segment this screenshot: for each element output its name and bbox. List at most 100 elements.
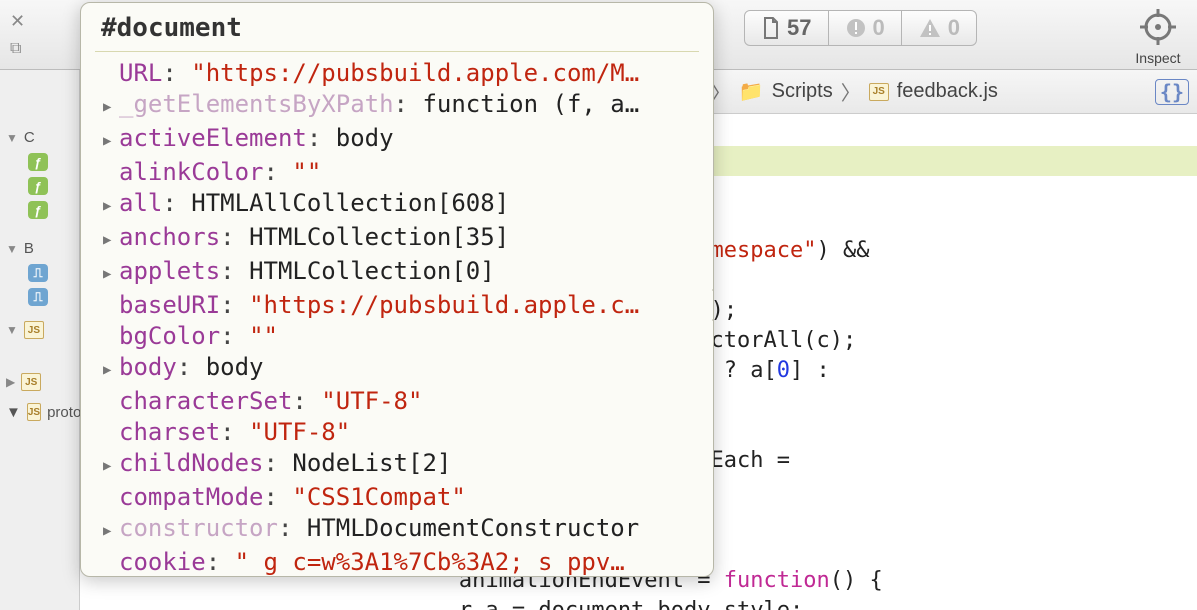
- property-row[interactable]: charset: "UTF-8": [103, 417, 699, 448]
- chevron-down-icon: ▼: [6, 131, 18, 145]
- property-name: URL: [119, 59, 162, 87]
- property-value: function (f, a…: [422, 90, 639, 118]
- property-name: childNodes: [119, 449, 264, 477]
- property-row[interactable]: ▶_getElementsByXPath: function (f, a…: [103, 89, 699, 123]
- property-row[interactable]: alinkColor: "": [103, 157, 699, 188]
- property-name: compatMode: [119, 483, 264, 511]
- property-value: "https://pubsbuild.apple.com/M…: [191, 59, 639, 87]
- property-name: charset: [119, 418, 220, 446]
- callstack-frame[interactable]: ƒ: [0, 198, 79, 222]
- colon: :: [220, 257, 249, 285]
- property-name: anchors: [119, 223, 220, 251]
- property-value: HTMLDocumentConstructor: [307, 514, 639, 542]
- property-row[interactable]: ▶applets: HTMLCollection[0]: [103, 256, 699, 290]
- chevron-right-icon: 〉: [841, 77, 861, 106]
- disclosure-triangle-icon[interactable]: ▶: [103, 191, 119, 222]
- property-name: constructor: [119, 514, 278, 542]
- property-name: cookie: [119, 548, 206, 576]
- property-row[interactable]: baseURI: "https://pubsbuild.apple.c…: [103, 290, 699, 321]
- colon: :: [394, 90, 423, 118]
- disclosure-triangle-icon[interactable]: ▶: [103, 225, 119, 256]
- colon: :: [278, 514, 307, 542]
- callstack-frame[interactable]: ƒ: [0, 174, 79, 198]
- breakpoint-item[interactable]: ⎍: [0, 285, 79, 309]
- sidebar-section-label: C: [24, 129, 35, 146]
- breadcrumb-item[interactable]: Scripts: [772, 80, 833, 103]
- sidebar-file[interactable]: ▼ JS prototype.js: [0, 399, 79, 425]
- property-row[interactable]: cookie: " g c=w%3A1%7Cb%3A2; s ppv…: [103, 547, 699, 577]
- property-name: activeElement: [119, 124, 307, 152]
- property-row[interactable]: ▶activeElement: body: [103, 123, 699, 157]
- disclosure-triangle-icon[interactable]: ▶: [103, 516, 119, 547]
- resource-count-pill[interactable]: 57: [744, 10, 828, 46]
- property-value: HTMLCollection[35]: [249, 223, 509, 251]
- sidebar-section-callstack[interactable]: ▼ C: [0, 125, 79, 150]
- property-row[interactable]: characterSet: "UTF-8": [103, 386, 699, 417]
- js-file-icon: JS: [24, 321, 44, 339]
- sidebar-section-breakpoints[interactable]: ▼ B: [0, 236, 79, 261]
- js-file-icon: JS: [21, 373, 41, 391]
- warning-count: 0: [948, 15, 960, 41]
- sidebar-subsection[interactable]: ▼ JS: [0, 317, 79, 343]
- chevron-down-icon: ▼: [6, 404, 21, 421]
- colon: :: [220, 418, 249, 446]
- property-value: "UTF-8": [249, 418, 350, 446]
- property-row[interactable]: compatMode: "CSS1Compat": [103, 482, 699, 513]
- popover-arrow-icon: [711, 289, 714, 321]
- folder-icon: 📁: [739, 79, 764, 104]
- breadcrumb-item[interactable]: feedback.js: [897, 80, 998, 103]
- chevron-right-icon: ▶: [6, 375, 15, 389]
- colon: :: [206, 548, 235, 576]
- frame-badge-icon: ƒ: [28, 153, 48, 171]
- callstack-frame[interactable]: ƒ: [0, 150, 79, 174]
- property-name: _getElementsByXPath: [119, 90, 394, 118]
- toolbar-left-icons: ✕ ⧉: [10, 11, 25, 58]
- property-row[interactable]: ▶body: body: [103, 352, 699, 386]
- inspect-button[interactable]: Inspect: [1135, 4, 1181, 66]
- breakpoint-badge-icon: ⎍: [28, 264, 48, 282]
- property-row[interactable]: ▶constructor: HTMLDocumentConstructor: [103, 513, 699, 547]
- chevron-down-icon: ▼: [6, 323, 18, 337]
- property-name: baseURI: [119, 291, 220, 319]
- property-row[interactable]: bgColor: "": [103, 321, 699, 352]
- js-file-icon: JS: [27, 403, 41, 421]
- colon: :: [220, 223, 249, 251]
- js-file-icon: JS: [869, 83, 889, 101]
- code-token: () {: [830, 568, 883, 593]
- warning-count-pill[interactable]: 0: [902, 10, 977, 46]
- property-name: characterSet: [119, 387, 292, 415]
- disclosure-triangle-icon[interactable]: ▶: [103, 92, 119, 123]
- resource-count: 57: [787, 15, 811, 41]
- property-row[interactable]: ▶childNodes: NodeList[2]: [103, 448, 699, 482]
- property-name: applets: [119, 257, 220, 285]
- detach-icon[interactable]: ⧉: [10, 40, 25, 58]
- disclosure-triangle-icon[interactable]: ▶: [103, 126, 119, 157]
- colon: :: [264, 483, 293, 511]
- colon: :: [307, 124, 336, 152]
- property-value: body: [336, 124, 394, 152]
- disclosure-triangle-icon[interactable]: ▶: [103, 451, 119, 482]
- disclosure-triangle-icon[interactable]: ▶: [103, 259, 119, 290]
- colon: :: [162, 189, 191, 217]
- inspect-label: Inspect: [1135, 50, 1181, 66]
- colon: :: [177, 353, 206, 381]
- property-value: HTMLCollection[0]: [249, 257, 495, 285]
- sidebar-subsection[interactable]: ▶ JS: [0, 369, 79, 395]
- property-name: all: [119, 189, 162, 217]
- popover-title: #document: [95, 9, 699, 52]
- pretty-print-button[interactable]: {}: [1155, 79, 1189, 105]
- error-count-pill[interactable]: 0: [829, 10, 902, 46]
- property-value: " g c=w%3A1%7Cb%3A2; s ppv…: [235, 548, 625, 576]
- property-row[interactable]: URL: "https://pubsbuild.apple.com/M…: [103, 58, 699, 89]
- error-count: 0: [873, 15, 885, 41]
- disclosure-triangle-icon[interactable]: ▶: [103, 355, 119, 386]
- status-pill-group: 57 0 0: [744, 10, 977, 46]
- colon: :: [264, 158, 293, 186]
- property-list[interactable]: URL: "https://pubsbuild.apple.com/M…▶_ge…: [95, 58, 699, 577]
- document-icon: [761, 17, 781, 39]
- property-value: NodeList[2]: [292, 449, 451, 477]
- close-icon[interactable]: ✕: [10, 11, 25, 32]
- breakpoint-item[interactable]: ⎍: [0, 261, 79, 285]
- property-row[interactable]: ▶anchors: HTMLCollection[35]: [103, 222, 699, 256]
- property-row[interactable]: ▶all: HTMLAllCollection[608]: [103, 188, 699, 222]
